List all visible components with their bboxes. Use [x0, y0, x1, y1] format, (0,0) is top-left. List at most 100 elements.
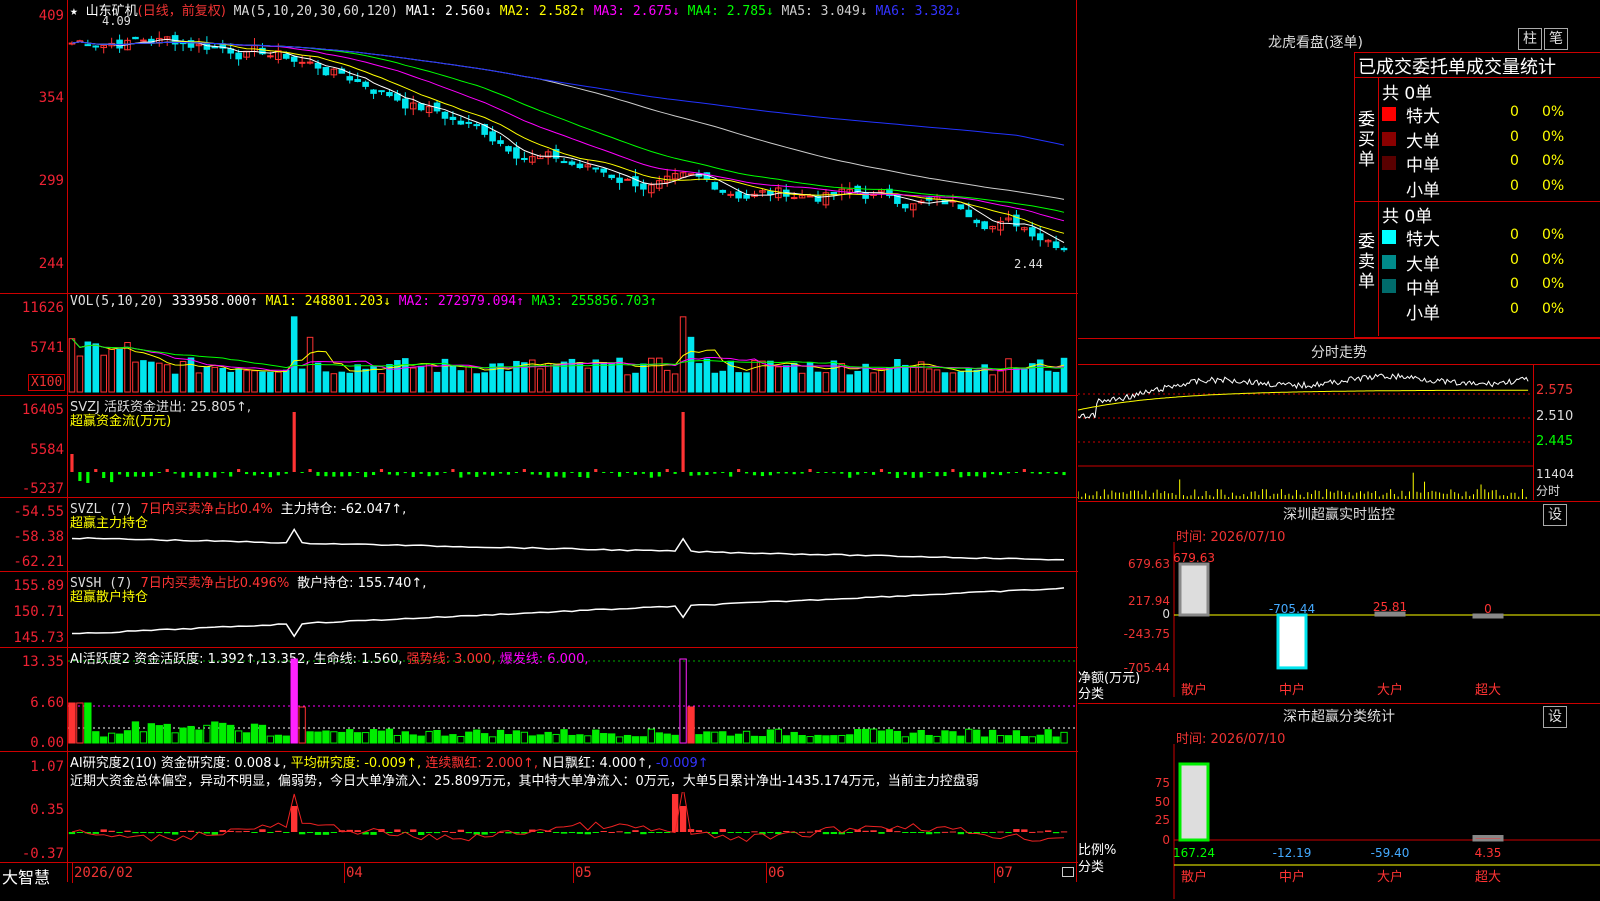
- volume-bar: [703, 358, 711, 393]
- volume-bar: [671, 373, 679, 393]
- volume-bar: [838, 362, 846, 393]
- realtime-monitor-panel[interactable]: 深圳超赢实时监控 设 时间: 2026/07/10 679.63 217.94 0-…: [1078, 501, 1600, 702]
- research-bar: [100, 829, 107, 832]
- candle-body: [473, 124, 481, 127]
- candle-body: [965, 209, 973, 218]
- ai-activity-panel[interactable]: AI活跃度2 资金活跃度: 1.392↑,13.352, 生命线: 1.560,…: [0, 648, 1078, 752]
- volume-bar: [203, 366, 211, 393]
- svzj-bar: [864, 472, 868, 474]
- research-bar: [870, 830, 877, 832]
- svzj-bar: [284, 472, 288, 474]
- price-axis-2: 354: [38, 90, 64, 106]
- candle-body: [449, 116, 457, 120]
- activity-bar: [1044, 729, 1052, 744]
- ma6-line: [71, 41, 1065, 146]
- tick-mode-button[interactable]: 笔: [1544, 28, 1568, 50]
- candle-body: [497, 140, 504, 144]
- activity-bar: [1036, 734, 1044, 744]
- research-bar: [925, 832, 933, 835]
- candle-body: [521, 157, 528, 160]
- svzj-bar: [594, 469, 598, 472]
- svzj-bar: [1006, 472, 1011, 474]
- volume-bar: [743, 372, 750, 393]
- research-bar: [616, 831, 623, 833]
- research-bar: [743, 832, 750, 833]
- sell-label: 委卖单: [1358, 232, 1375, 292]
- research-bar: [219, 829, 226, 832]
- svzj-bar: [808, 469, 812, 472]
- intraday-panel[interactable]: 分时走势 2.575 2.510 2.445 11404 分时: [1078, 338, 1600, 501]
- svzl-panel[interactable]: SVZL (7) 7日内买卖净占比0.4% 主力持仓: -62.047↑, 超赢…: [0, 498, 1078, 572]
- research-bar: [735, 832, 742, 833]
- research-bar: [957, 832, 965, 835]
- order-pct: 0%: [1542, 227, 1565, 243]
- volume-bar: [425, 363, 433, 393]
- intraday-vol-axis: 11404: [1536, 467, 1575, 481]
- class-stat-settings-button[interactable]: 设: [1543, 706, 1567, 728]
- candle-body: [378, 90, 385, 93]
- activity-bar: [584, 735, 592, 744]
- svzj-bar: [252, 472, 257, 476]
- date-axis[interactable]: 大智慧 2026/02 04 05 06 07: [0, 862, 1078, 887]
- svzj-bar: [935, 472, 939, 477]
- volume-bar: [1013, 368, 1020, 393]
- activity-bar: [1052, 736, 1060, 744]
- order-row: 小单 0 0%: [1382, 176, 1600, 201]
- research-bar: [298, 832, 306, 835]
- svzj-bar: [554, 472, 558, 477]
- kline-chart-area[interactable]: ★ 山东矿机(日线，前复权) MA(5,10,20,30,60,120) MA1…: [0, 0, 1078, 887]
- activity-bar: [568, 734, 576, 744]
- candle-body: [417, 103, 425, 111]
- activity-bar: [76, 702, 84, 744]
- activity-bar: [290, 658, 298, 744]
- research-bar: [1037, 831, 1044, 833]
- volume-bar: [449, 365, 457, 393]
- vol-value: 333958.000↑: [171, 294, 258, 309]
- research-bar: [433, 832, 441, 834]
- volume-bar: [909, 365, 917, 393]
- research-bar: [846, 832, 853, 833]
- candle-body: [957, 204, 965, 210]
- volume-panel[interactable]: VOL(5,10,20) 333958.000↑ MA1: 248801.203…: [0, 294, 1078, 396]
- order-pct: 0%: [1542, 251, 1565, 268]
- candle-body: [116, 39, 123, 49]
- activity-bar: [385, 728, 394, 744]
- activity-bar: [719, 731, 727, 744]
- activity-bar: [949, 731, 957, 744]
- order-type: 小单: [1406, 303, 1440, 324]
- volume-bar: [108, 348, 115, 393]
- dragon-tiger-panel[interactable]: 龙虎看盘(逐单) 柱 笔 已成交委托单成交量统计 委买单 委卖单 共 0单 共 …: [1078, 0, 1600, 338]
- value-label: 679.63: [1173, 551, 1215, 565]
- candle-body: [84, 44, 92, 47]
- volume-bar: [275, 371, 282, 393]
- price-panel[interactable]: ★ 山东矿机(日线，前复权) MA(5,10,20,30,60,120) MA1…: [0, 0, 1078, 294]
- volume-bar: [814, 371, 822, 393]
- intraday-line-svg: [1078, 372, 1533, 499]
- volume-bar: [687, 336, 695, 393]
- activity-bar: [758, 736, 767, 744]
- activity-bar: [623, 734, 632, 744]
- svzj-bar: [300, 472, 304, 473]
- lock-icon[interactable]: [1062, 867, 1074, 877]
- svsh-panel[interactable]: SVSH (7) 7日内买卖净占比0.496% 散户持仓: 155.740↑, …: [0, 572, 1078, 648]
- vol-unit-badge[interactable]: X100: [28, 374, 66, 391]
- activity-bar: [107, 732, 116, 744]
- volume-bar: [76, 355, 84, 393]
- svzj-panel[interactable]: SVZJ 活跃资金进出: 25.805↑, 超赢资金流(万元) 16405 55…: [0, 396, 1078, 498]
- order-pct: 0%: [1542, 276, 1565, 292]
- svzj-bar: [427, 472, 431, 477]
- class-stat-panel[interactable]: 深市超赢分类统计 设 时间: 2026/07/10 75 50 25 0 167.24 散…: [1078, 703, 1600, 901]
- order-row: 中单 0 0%: [1382, 274, 1600, 299]
- monitor-settings-button[interactable]: 设: [1543, 504, 1567, 526]
- research-bar: [941, 831, 949, 833]
- activity-bar: [234, 730, 243, 744]
- activity-bar: [774, 728, 782, 744]
- volume-bar: [68, 338, 76, 393]
- activity-bar: [488, 736, 497, 744]
- activity-bar: [520, 731, 529, 744]
- candle-body: [513, 147, 520, 159]
- activity-bar: [869, 728, 878, 744]
- volume-bar: [132, 361, 139, 393]
- bar-mode-button[interactable]: 柱: [1518, 28, 1542, 50]
- ai-research-panel[interactable]: AI研究度2(10) 资金研究度: 0.008↓, 平均研究度: -0.009↑…: [0, 752, 1078, 862]
